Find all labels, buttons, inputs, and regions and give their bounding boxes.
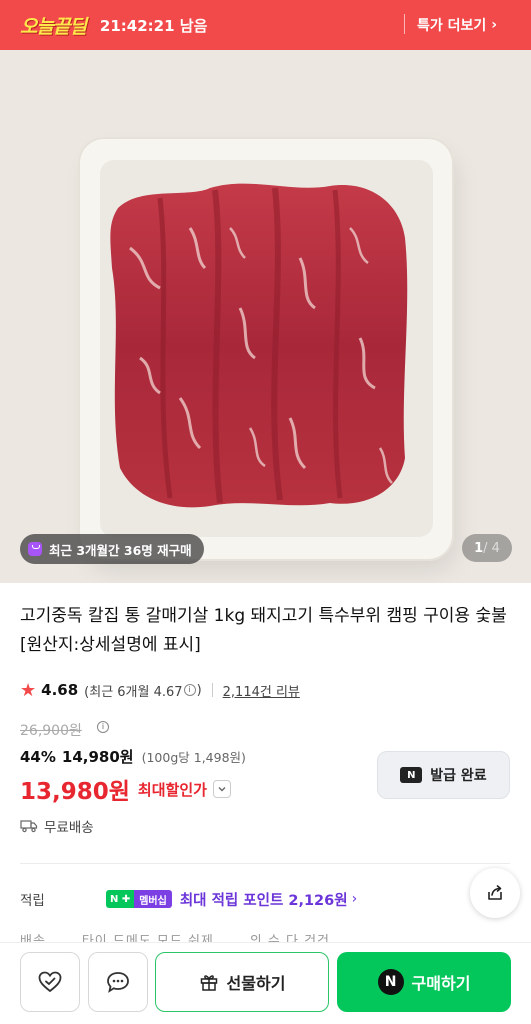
- membership-badge-label: 멤버십: [134, 890, 172, 908]
- rating-recent: (최근 6개월 4.67: [84, 684, 183, 700]
- coupon-label: 발급 완료: [430, 768, 487, 784]
- image-counter: 1 / 4: [462, 534, 512, 562]
- review-link[interactable]: 2,114건 리뷰: [223, 681, 300, 700]
- chevron-right-icon: ›: [351, 891, 358, 907]
- final-price-label: 최대할인가: [137, 780, 207, 799]
- coupon-issued-button[interactable]: N 발급 완료: [377, 751, 510, 799]
- chevron-right-icon: ›: [491, 17, 498, 33]
- buy-button[interactable]: N 구매하기: [337, 952, 511, 1012]
- gift-icon: [200, 975, 217, 991]
- meat-illustration: [110, 183, 408, 508]
- deal-divider: [404, 14, 405, 34]
- gift-label: 선물하기: [226, 974, 286, 993]
- shipping-text: 무료배송: [44, 820, 94, 836]
- share-button[interactable]: [470, 868, 520, 918]
- npay-icon: N: [377, 969, 404, 995]
- final-price-row[interactable]: 13,980원 최대할인가: [20, 772, 231, 806]
- naver-n-icon: N: [400, 767, 423, 783]
- rating-row: ★ 4.68 (최근 6개월 4.67 i ) 2,114건 리뷰: [20, 679, 300, 701]
- repurchase-text: 최근 3개월간 36명 재구매: [49, 542, 192, 558]
- deal-timer: 21:42:21 남음: [99, 16, 208, 35]
- points-text: 최대 적립 포인트 2,126원: [179, 892, 348, 909]
- original-price: 26,900원: [20, 723, 82, 739]
- deal-logo: 오늘끝딜: [20, 15, 87, 38]
- repurchase-badge: 최근 3개월간 36명 재구매: [20, 534, 204, 564]
- rating-recent-close: ): [196, 682, 202, 698]
- buy-label: 구매하기: [411, 974, 471, 993]
- shipping-row: 무료배송: [20, 816, 94, 836]
- points-label: 적립: [20, 893, 45, 909]
- naver-plus-icon: N ✚: [106, 890, 135, 908]
- star-icon: ★: [20, 679, 37, 701]
- membership-badge: N ✚ 멤버십: [106, 890, 172, 908]
- deal-more-link[interactable]: 특가 더보기 ›: [417, 0, 497, 50]
- gift-button[interactable]: 선물하기: [155, 952, 329, 1012]
- unit-price: (100g당 1,498원): [141, 750, 246, 765]
- discount-price: 14,980원: [61, 748, 134, 766]
- discount-row: 44% 14,980원 (100g당 1,498원): [20, 746, 246, 767]
- heart-icon: [38, 971, 62, 993]
- final-price: 13,980원: [20, 779, 130, 805]
- wishlist-button[interactable]: [20, 952, 80, 1012]
- section-divider: [20, 863, 510, 864]
- info-icon[interactable]: i: [97, 721, 109, 733]
- image-counter-current: 1: [474, 540, 484, 556]
- product-image[interactable]: 최근 3개월간 36명 재구매 1 / 4: [0, 50, 531, 583]
- truck-icon: [20, 820, 38, 833]
- talk-button[interactable]: [88, 952, 148, 1012]
- chevron-down-icon[interactable]: [212, 780, 231, 798]
- deal-more-label: 특가 더보기: [417, 18, 487, 34]
- product-title: 고기중독 칼집 통 갈매기살 1kg 돼지고기 특수부위 캠핑 구이용 숯불 […: [20, 606, 507, 655]
- rating-value: 4.68: [41, 681, 79, 699]
- bottom-action-bar: 선물하기 N 구매하기: [0, 942, 531, 1024]
- share-icon: [488, 885, 502, 900]
- points-row[interactable]: 적립 N ✚ 멤버십 최대 적립 포인트 2,126원 ›: [20, 884, 510, 914]
- chat-icon: [107, 972, 129, 993]
- deal-banner: 오늘끝딜 21:42:21 남음 특가 더보기 ›: [0, 0, 531, 50]
- rating-divider: [211, 683, 213, 697]
- shopping-bag-icon: [28, 542, 42, 556]
- info-icon[interactable]: i: [183, 684, 196, 696]
- discount-percent: 44%: [20, 748, 56, 766]
- image-counter-total: / 4: [483, 540, 500, 556]
